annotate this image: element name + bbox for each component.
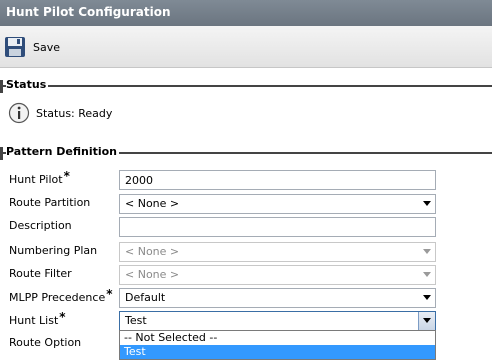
window-title: Hunt Pilot Configuration xyxy=(0,0,492,26)
route-partition-value: < None > xyxy=(125,197,180,210)
status-section-header: Status xyxy=(0,78,492,93)
floppy-disk-icon xyxy=(5,37,25,57)
hunt-pilot-label-text: Hunt Pilot xyxy=(9,173,63,186)
info-icon xyxy=(8,102,30,124)
route-option-label: Route Option xyxy=(9,336,82,349)
status-text: Status: Ready xyxy=(36,106,113,120)
dropdown-button[interactable] xyxy=(418,312,435,330)
route-partition-label: Route Partition xyxy=(9,196,91,209)
dropdown-option[interactable]: -- Not Selected -- xyxy=(120,331,435,345)
hunt-pilot-input[interactable] xyxy=(119,170,436,190)
mlpp-precedence-select[interactable]: Default xyxy=(119,288,436,308)
hunt-list-dropdown: -- Not Selected -- Test xyxy=(119,330,436,360)
chevron-down-icon xyxy=(423,295,431,300)
hunt-list-label-text: Hunt List xyxy=(9,314,59,327)
numbering-plan-select: < None > xyxy=(119,242,436,262)
pattern-heading: Pattern Definition xyxy=(6,145,120,158)
save-button[interactable]: Save xyxy=(4,35,60,59)
numbering-plan-label: Numbering Plan xyxy=(9,244,98,257)
route-filter-value: < None > xyxy=(125,268,180,281)
hunt-list-label: Hunt List* xyxy=(9,310,66,327)
route-filter-select: < None > xyxy=(119,265,436,285)
route-filter-label: Route Filter xyxy=(9,267,72,280)
hunt-list-select[interactable]: Test xyxy=(119,311,436,331)
chevron-down-icon xyxy=(423,201,431,206)
numbering-plan-value: < None > xyxy=(125,245,180,258)
required-marker: * xyxy=(106,287,113,301)
mlpp-precedence-value: Default xyxy=(125,291,166,304)
hunt-list-value: Test xyxy=(125,314,147,327)
chevron-down-icon xyxy=(423,318,431,323)
status-row: Status: Ready xyxy=(8,101,112,125)
save-button-label: Save xyxy=(33,40,61,54)
pattern-section-header: Pattern Definition xyxy=(0,145,492,160)
chevron-down-icon xyxy=(423,272,431,277)
mlpp-precedence-label-text: MLPP Precedence xyxy=(9,291,106,304)
status-heading: Status xyxy=(6,78,49,91)
dropdown-option-selected[interactable]: Test xyxy=(120,345,435,359)
mlpp-precedence-label: MLPP Precedence* xyxy=(9,287,113,304)
chevron-down-icon xyxy=(423,249,431,254)
toolbar: Save xyxy=(0,26,492,68)
description-input[interactable] xyxy=(119,217,436,237)
required-marker: * xyxy=(63,169,70,183)
route-partition-select[interactable]: < None > xyxy=(119,194,436,214)
required-marker: * xyxy=(59,310,66,324)
hunt-pilot-label: Hunt Pilot* xyxy=(9,169,70,186)
description-label: Description xyxy=(9,219,72,232)
